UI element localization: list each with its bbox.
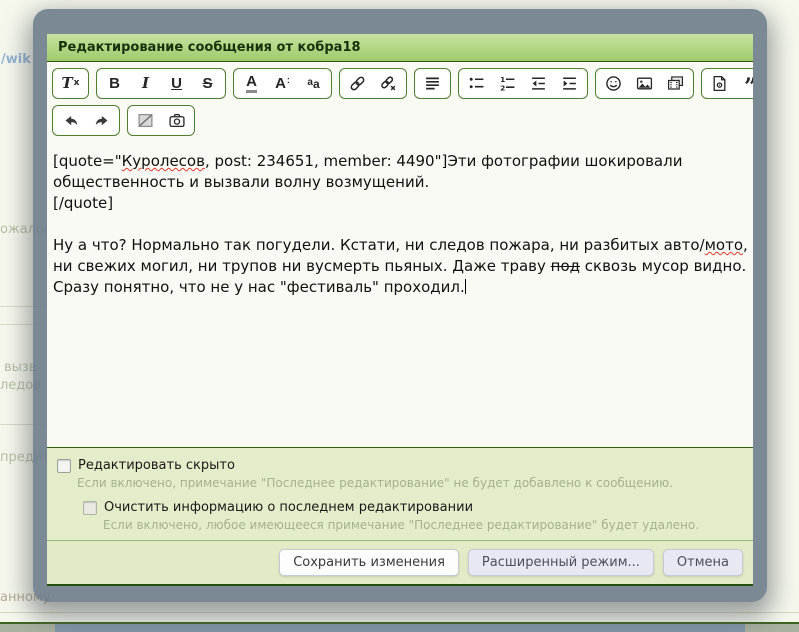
redo-button[interactable] [87,108,116,133]
editor-line: [/quote] [53,193,747,214]
clear-edit-hint: Если включено, любое имеющееся примечани… [103,518,743,532]
font-size-icon: A: [275,76,290,91]
indent-icon [561,75,578,92]
clear-edit-option: Очистить информацию о последнем редактир… [83,500,743,515]
insert-quote-button[interactable]: ” [736,71,753,96]
struck-word: под [551,257,580,275]
advanced-mode-button[interactable]: Расширенный режим... [468,549,654,576]
background-text-fragment: вызв [4,360,37,375]
italic-icon: I [142,76,149,91]
insert-link-button[interactable] [343,71,372,96]
font-family-button[interactable]: aa [299,71,328,96]
editor-line [53,214,747,235]
editor-toolbar: Tx B I U S A A: [47,62,753,142]
save-changes-button[interactable]: Сохранить изменения [279,549,459,576]
camera-icon [168,112,186,129]
screenshot-stage: /wik ожалов вызв ледов предит анному Ред… [0,0,799,632]
dialog-panel: Редактирование сообщения от кобра18 Tx B… [47,34,753,586]
group-history [52,105,120,136]
insert-media-button[interactable] [661,71,690,96]
indent-button[interactable] [555,71,584,96]
silent-edit-label[interactable]: Редактировать скрыто [78,458,235,473]
group-attachments [127,105,195,136]
underline-icon: U [171,76,182,91]
svg-text:2: 2 [500,83,505,92]
unlink-icon [380,75,397,92]
remove-format-button[interactable]: Tx [56,71,85,96]
dialog-title: Редактирование сообщения от кобра18 [58,40,361,55]
clear-edit-label[interactable]: Очистить информацию о последнем редактир… [104,500,473,515]
page-footer-border [0,622,799,624]
edit-options-panel: Редактировать скрыто Если включено, прим… [47,447,753,540]
group-links [339,68,407,99]
misspelled-word: Куролесов [122,152,205,170]
editor-line: Ну а что? Нормально так погудели. Кстати… [53,235,747,256]
page-footer-bar [55,624,745,632]
dialog-titlebar[interactable]: Редактирование сообщения от кобра18 [47,34,753,62]
outdent-icon [530,75,547,92]
edit-message-dialog: Редактирование сообщения от кобра18 Tx B… [33,9,767,602]
text-color-button[interactable]: A [237,71,266,96]
misspelled-word: мото [705,236,743,254]
silent-edit-hint: Если включено, примечание "Последнее ред… [77,476,743,490]
group-blocks: ” [701,68,753,99]
outdent-button[interactable] [524,71,553,96]
group-media [595,68,694,99]
numbered-list-button[interactable]: 1 2 [493,71,522,96]
italic-button[interactable]: I [131,71,160,96]
strikethrough-button[interactable]: S [193,71,222,96]
quote-icon: ” [744,74,753,93]
bullet-list-button[interactable] [462,71,491,96]
group-remove-format: Tx [52,68,89,99]
group-alignment [414,68,451,99]
media-icon [667,75,684,92]
undo-button[interactable] [56,108,85,133]
image-icon [636,75,653,92]
cancel-button[interactable]: Отмена [663,549,743,576]
code-page-icon [711,75,728,92]
font-family-icon: aa [307,78,319,90]
text-color-icon: A [246,74,257,93]
gallery-image-button[interactable] [131,108,160,133]
remove-format-icon: Tx [62,76,80,91]
page-footer-rule [0,612,799,613]
dialog-button-bar: Сохранить изменения Расширенный режим...… [47,540,753,586]
alignment-icon [424,75,441,92]
editor-line: [quote="Куролесов, post: 234651, member:… [53,151,747,172]
bold-button[interactable]: B [100,71,129,96]
remove-link-button[interactable] [374,71,403,96]
redo-icon [93,113,111,129]
alignment-button[interactable] [418,71,447,96]
insert-code-button[interactable] [705,71,734,96]
font-size-button[interactable]: A: [268,71,297,96]
toolbar-row-2 [52,105,748,136]
camera-upload-button[interactable] [162,108,191,133]
message-body-editor[interactable]: [quote="Куролесов, post: 234651, member:… [47,142,753,447]
numbered-list-icon: 1 2 [499,75,516,92]
link-icon [349,75,366,92]
insert-image-button[interactable] [630,71,659,96]
smiley-icon [605,75,622,92]
group-lists: 1 2 [458,68,588,99]
gallery-image-disabled-icon [137,112,154,129]
editor-line: Сразу понятно, что не у нас "фестиваль" … [53,277,747,298]
silent-edit-option: Редактировать скрыто [57,458,743,473]
toolbar-row-1: Tx B I U S A A: [52,68,748,99]
bullet-list-icon [468,75,485,92]
silent-edit-checkbox[interactable] [57,459,71,473]
smilies-button[interactable] [599,71,628,96]
editor-line: общественность и вызвали волну возмущени… [53,172,747,193]
undo-icon [62,113,80,129]
background-wiki-link: /wik [1,52,31,67]
group-basic-format: B I U S [96,68,226,99]
clear-edit-option-block: Очистить информацию о последнем редактир… [83,500,743,532]
group-font: A A: aa [233,68,332,99]
underline-button[interactable]: U [162,71,191,96]
strikethrough-icon: S [202,76,212,91]
bold-icon: B [109,76,120,91]
editor-line: ни свежих могил, ни трупов ни вусмерть п… [53,256,747,277]
clear-edit-checkbox[interactable] [83,501,97,515]
text-cursor [465,279,466,294]
